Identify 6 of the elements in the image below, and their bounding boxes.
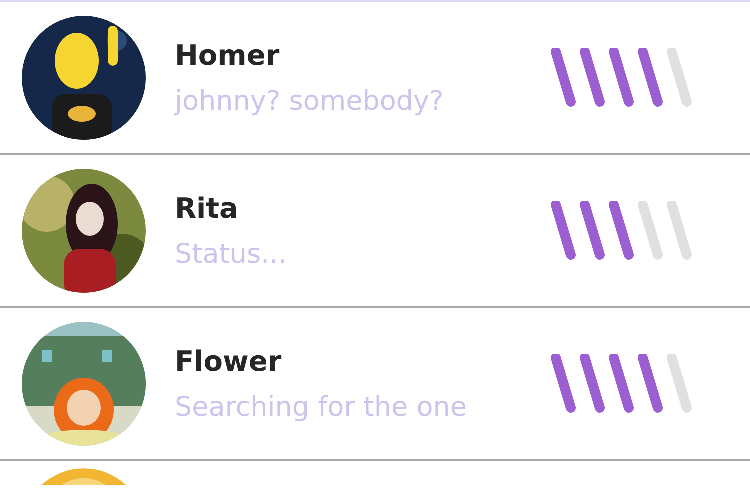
status-message: johnny? somebody? [175, 86, 445, 116]
status-message: Status... [175, 238, 288, 270]
contact-name: Homer [175, 38, 281, 72]
contact-name: Flower [175, 344, 283, 378]
status-message: Searching for the one [175, 392, 468, 422]
contact-name: Rita [175, 192, 240, 224]
